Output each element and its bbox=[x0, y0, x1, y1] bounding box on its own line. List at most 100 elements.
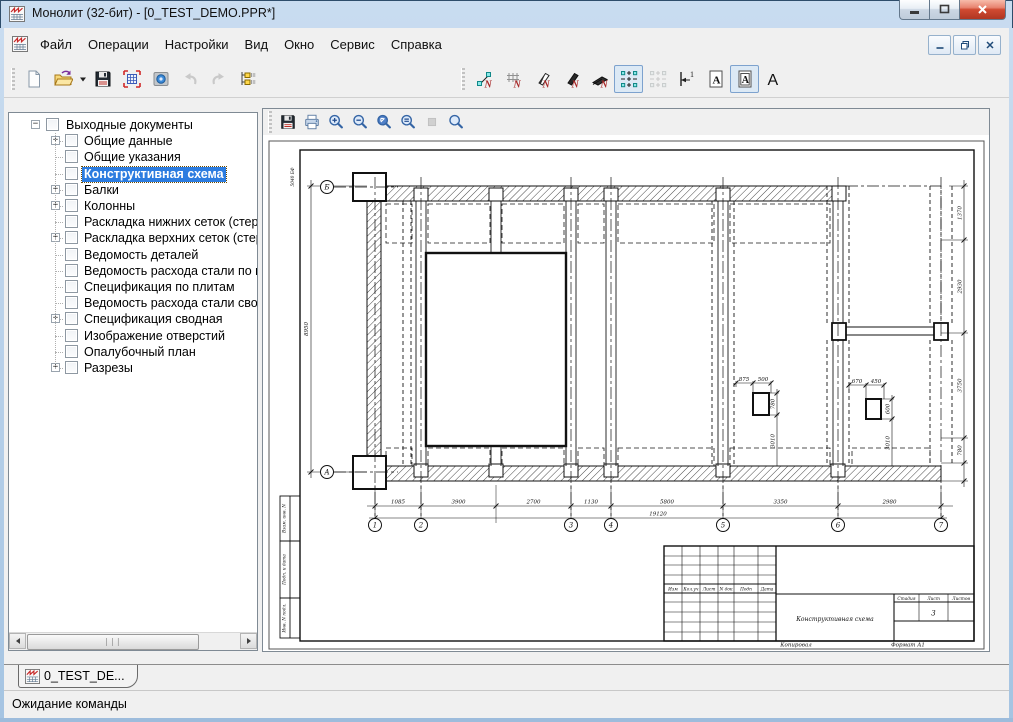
close-button[interactable] bbox=[959, 0, 1006, 20]
tree-item-label[interactable]: Колонны bbox=[82, 199, 137, 214]
zoom-window-button[interactable] bbox=[372, 111, 396, 133]
item-checkbox[interactable] bbox=[65, 183, 78, 196]
maximize-button[interactable] bbox=[930, 0, 959, 20]
query-node-button[interactable]: ?N bbox=[469, 65, 498, 93]
save-document-button[interactable] bbox=[88, 65, 117, 93]
item-checkbox[interactable] bbox=[65, 296, 78, 309]
item-checkbox[interactable] bbox=[65, 345, 78, 358]
scroll-right-button[interactable] bbox=[240, 633, 257, 649]
mdi-minimize-button[interactable] bbox=[928, 35, 951, 55]
item-checkbox[interactable] bbox=[65, 280, 78, 293]
grid-points-alt-button[interactable] bbox=[643, 65, 672, 93]
mdi-restore-button[interactable] bbox=[953, 35, 976, 55]
print-button[interactable] bbox=[300, 111, 324, 133]
zoom-out-button[interactable] bbox=[348, 111, 372, 133]
menu-item-6[interactable]: Справка bbox=[383, 34, 450, 55]
menu-item-1[interactable]: Операции bbox=[80, 34, 157, 55]
zoom-in-button[interactable] bbox=[324, 111, 348, 133]
document-tab[interactable]: 0_TEST_DE... bbox=[18, 665, 138, 688]
tree-horizontal-scrollbar[interactable]: ||| bbox=[9, 632, 257, 650]
tree-item-label[interactable]: Выходные документы bbox=[64, 118, 195, 133]
find-button[interactable] bbox=[444, 111, 468, 133]
image-settings-button[interactable] bbox=[146, 65, 175, 93]
tree-item[interactable]: Опалубочный план bbox=[9, 344, 257, 360]
tree-item[interactable]: Конструктивная схема bbox=[9, 166, 257, 182]
tree-item-label[interactable]: Общие данные bbox=[82, 134, 175, 149]
item-checkbox[interactable] bbox=[65, 199, 78, 212]
save-view-button[interactable] bbox=[276, 111, 300, 133]
scrollbar-thumb[interactable]: ||| bbox=[27, 634, 199, 650]
titlebar[interactable]: Монолит (32-бит) - [0_TEST_DEMO.PPR*] bbox=[0, 0, 1013, 28]
tree-item-label[interactable]: Спецификация по плитам bbox=[82, 280, 237, 295]
item-checkbox[interactable] bbox=[65, 231, 78, 244]
open-document-button[interactable] bbox=[48, 65, 77, 93]
tree-item[interactable]: +Разрезы bbox=[9, 360, 257, 376]
item-checkbox[interactable] bbox=[65, 150, 78, 163]
tree-item-label-selected[interactable]: Конструктивная схема bbox=[82, 167, 226, 182]
item-checkbox[interactable] bbox=[65, 215, 78, 228]
item-checkbox[interactable] bbox=[46, 118, 59, 131]
tree-item[interactable]: +Общие данные bbox=[9, 133, 257, 149]
tree-item-label[interactable]: Балки bbox=[82, 183, 121, 198]
text-sheet-frame-button[interactable]: A bbox=[730, 65, 759, 93]
frame-numbers-button[interactable] bbox=[117, 65, 146, 93]
tree-item[interactable]: Спецификация по плитам bbox=[9, 279, 257, 295]
tree-item[interactable]: Изображение отверстий bbox=[9, 328, 257, 344]
grid-points-button[interactable] bbox=[614, 65, 643, 93]
tree-item[interactable]: − Выходные документы bbox=[9, 117, 257, 133]
item-checkbox[interactable] bbox=[65, 361, 78, 374]
tree-item[interactable]: +Спецификация сводная bbox=[9, 311, 257, 327]
menu-item-2[interactable]: Настройки bbox=[157, 34, 237, 55]
tree-item[interactable]: +Раскладка верхних сеток (стержне bbox=[9, 230, 257, 246]
tree-item[interactable]: Ведомость расхода стали сводная bbox=[9, 295, 257, 311]
tree-item-label[interactable]: Ведомость расхода стали сводная bbox=[82, 296, 257, 311]
toolbar-grip[interactable] bbox=[268, 111, 272, 133]
tree-item-label[interactable]: Опалубочный план bbox=[82, 345, 198, 360]
toolbar-grip[interactable] bbox=[11, 68, 15, 90]
text-sheet-button[interactable]: A bbox=[701, 65, 730, 93]
item-checkbox[interactable] bbox=[65, 329, 78, 342]
tree-item-label[interactable]: Ведомость расхода стали по плита bbox=[82, 264, 257, 279]
query-surface-button[interactable]: ?N bbox=[585, 65, 614, 93]
tree-item-label[interactable]: Разрезы bbox=[82, 361, 135, 376]
tree-item[interactable]: +Колонны bbox=[9, 198, 257, 214]
zoom-extents-button[interactable] bbox=[396, 111, 420, 133]
tree-item[interactable]: Общие указания bbox=[9, 149, 257, 165]
tree-item-label[interactable]: Раскладка верхних сеток (стержне bbox=[82, 231, 257, 246]
tree-item[interactable]: +Балки bbox=[9, 182, 257, 198]
tree-item[interactable]: Ведомость деталей bbox=[9, 247, 257, 263]
item-checkbox[interactable] bbox=[65, 167, 78, 180]
query-section-filled-button[interactable]: ?N bbox=[556, 65, 585, 93]
stop-button[interactable] bbox=[420, 111, 444, 133]
tree-item-label[interactable]: Раскладка нижних сеток (стержне bbox=[82, 215, 257, 230]
mdi-close-button[interactable] bbox=[978, 35, 1001, 55]
tree-item-label[interactable]: Изображение отверстий bbox=[82, 329, 227, 344]
query-mesh-button[interactable]: ?N bbox=[498, 65, 527, 93]
item-checkbox[interactable] bbox=[65, 264, 78, 277]
item-checkbox[interactable] bbox=[65, 134, 78, 147]
text-plain-button[interactable]: A bbox=[759, 65, 788, 93]
minimize-button[interactable] bbox=[899, 0, 930, 20]
document-structure-button[interactable] bbox=[233, 65, 262, 93]
query-section-button[interactable]: ?N bbox=[527, 65, 556, 93]
drawing-canvas[interactable]: Взам. инв. N Подп. и дата Инв. N подл. 5… bbox=[263, 135, 989, 651]
menu-item-3[interactable]: Вид bbox=[237, 34, 277, 55]
toolbar-grip[interactable] bbox=[461, 68, 465, 90]
menu-item-0[interactable]: Файл bbox=[32, 34, 80, 55]
tree-item[interactable]: Ведомость расхода стали по плита bbox=[9, 263, 257, 279]
tree-item[interactable]: Раскладка нижних сеток (стержне bbox=[9, 214, 257, 230]
item-checkbox[interactable] bbox=[65, 248, 78, 261]
collapse-minus-icon[interactable]: − bbox=[31, 120, 40, 129]
tree-item-label[interactable]: Ведомость деталей bbox=[82, 248, 200, 263]
tree-item-label[interactable]: Спецификация сводная bbox=[82, 312, 225, 327]
open-dropdown-button[interactable] bbox=[77, 66, 88, 92]
new-document-button[interactable] bbox=[19, 65, 48, 93]
scroll-left-button[interactable] bbox=[9, 633, 26, 649]
item-checkbox[interactable] bbox=[65, 312, 78, 325]
undo-button[interactable] bbox=[175, 65, 204, 93]
dimension-button[interactable]: 1 bbox=[672, 65, 701, 93]
redo-button[interactable] bbox=[204, 65, 233, 93]
menu-item-5[interactable]: Сервис bbox=[322, 34, 383, 55]
tree-item-label[interactable]: Общие указания bbox=[82, 150, 183, 165]
menu-item-4[interactable]: Окно bbox=[276, 34, 322, 55]
